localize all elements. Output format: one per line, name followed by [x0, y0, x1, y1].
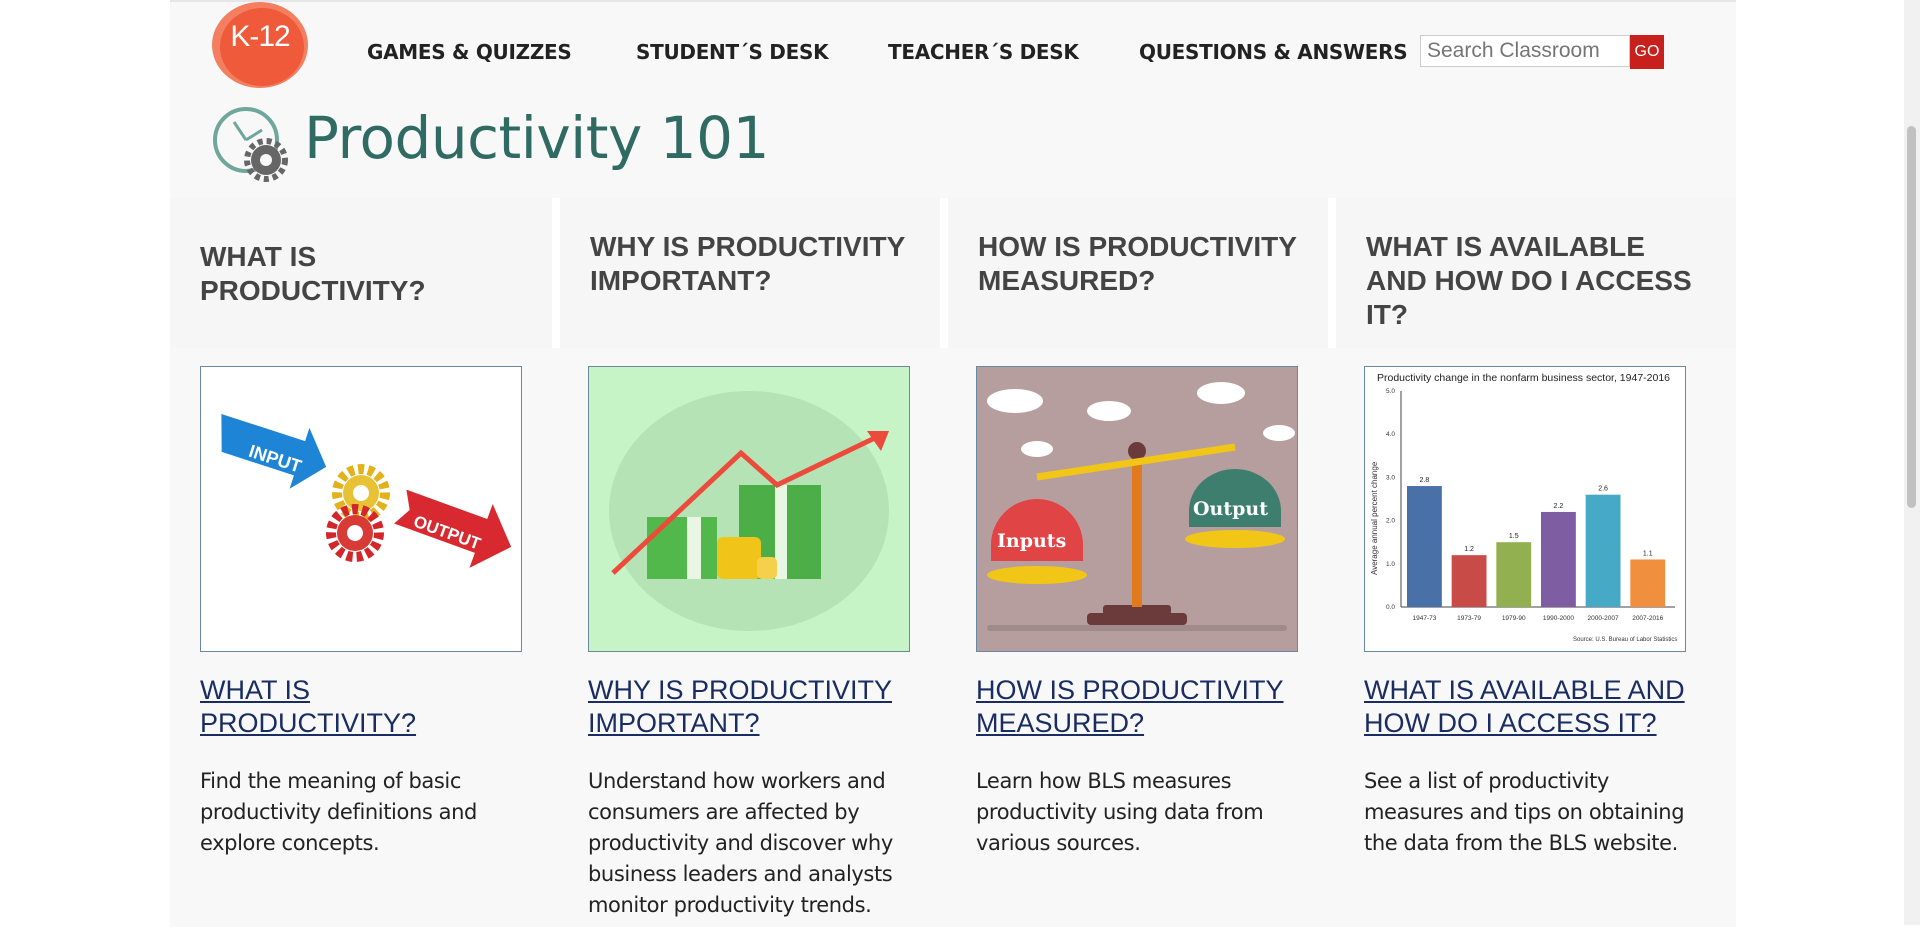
tab-label: HOW IS PRODUCTIVITY MEASURED? [978, 231, 1297, 296]
scale-pillar [1132, 451, 1142, 607]
inputs-weight: Inputs [987, 498, 1087, 584]
card-description: Find the meaning of basic productivity d… [200, 769, 477, 855]
chart-bar [1407, 486, 1442, 607]
chart-x-tick-label: 1973-79 [1457, 615, 1481, 622]
chart-bar [1541, 511, 1576, 607]
productivity-bar-chart: Productivity change in the nonfarm busin… [1370, 372, 1677, 643]
chart-data-label: 1.2 [1464, 546, 1474, 553]
k12-logo[interactable]: K-12 [212, 2, 308, 88]
tab-label: WHAT IS AVAILABLE AND HOW DO I ACCESS IT… [1366, 231, 1692, 330]
productivity-gear-clock-icon [213, 107, 288, 182]
chart-source: Source: U.S. Bureau of Labor Statistics [1573, 637, 1677, 643]
card-link[interactable]: WHY IS PRODUCTIVITY IMPORTANT? [588, 674, 918, 740]
chart-data-label: 1.5 [1509, 533, 1519, 540]
nav-teachers-desk[interactable]: TEACHER´S DESK [888, 40, 1079, 64]
tab-what-is-available[interactable]: WHAT IS AVAILABLE AND HOW DO I ACCESS IT… [1336, 198, 1736, 348]
chart-y-tick-label: 0.0 [1386, 604, 1395, 611]
chart-bar [1585, 494, 1621, 607]
card-why-is-productivity-important: WHY IS PRODUCTIVITY IMPORTANT? Understan… [588, 366, 918, 921]
chart-y-tick-label: 2.0 [1386, 518, 1395, 525]
chart-x-tick-label: 1979-90 [1502, 615, 1526, 622]
card-description: See a list of productivity measures and … [1364, 769, 1685, 855]
input-output-image[interactable]: INPUT OUTPUT [200, 366, 522, 652]
red-gear-icon [326, 504, 384, 562]
nav-games-quizzes[interactable]: GAMES & QUIZZES [367, 40, 572, 64]
inputs-label: Inputs [997, 530, 1066, 552]
chart-y-tick-label: 4.0 [1386, 431, 1395, 438]
tab-what-is-productivity[interactable]: WHAT IS PRODUCTIVITY? [170, 198, 560, 348]
search-input[interactable] [1420, 35, 1630, 67]
chart-data-label: 2.6 [1598, 486, 1608, 493]
search-box: GO [1420, 35, 1664, 69]
chart-y-tick-label: 1.0 [1386, 561, 1395, 568]
money-growth-image[interactable] [588, 366, 910, 652]
page-container: K-12 GAMES & QUIZZES STUDENT´S DESK TEAC… [170, 0, 1736, 927]
card-description: Learn how BLS measures productivity usin… [976, 769, 1264, 855]
tab-label: WHY IS PRODUCTIVITY IMPORTANT? [590, 231, 905, 296]
chart-x-tick-label: 1990-2000 [1543, 615, 1574, 622]
card-link[interactable]: WHAT IS AVAILABLE AND HOW DO I ACCESS IT… [1364, 674, 1694, 740]
card-what-is-available: Productivity change in the nonfarm busin… [1364, 366, 1694, 859]
chart-data-label: 1.1 [1643, 550, 1653, 557]
chart-ylabel: Average annual percent change [1370, 461, 1379, 575]
card-link[interactable]: WHAT IS PRODUCTIVITY? [200, 674, 530, 740]
tab-why-is-productivity-important[interactable]: WHY IS PRODUCTIVITY IMPORTANT? [560, 198, 948, 348]
chart-title: Productivity change in the nonfarm busin… [1377, 372, 1670, 384]
output-weight: Output [1185, 469, 1285, 548]
nav-questions-answers[interactable]: QUESTIONS & ANSWERS [1139, 40, 1408, 64]
chart-bar [1630, 559, 1666, 607]
page-title: Productivity 101 [304, 104, 769, 172]
balance-scale-image[interactable]: Inputs Output [976, 366, 1298, 652]
chart-bar [1451, 555, 1487, 607]
scrollbar-thumb[interactable] [1907, 126, 1916, 508]
chart-y-tick-label: 3.0 [1386, 474, 1395, 481]
vertical-scrollbar[interactable] [1904, 0, 1920, 925]
chart-data-label: 2.2 [1554, 503, 1564, 510]
chart-bar [1496, 542, 1532, 607]
chart-x-tick-label: 2007-2016 [1632, 615, 1663, 622]
output-label: Output [1193, 498, 1268, 520]
card-how-is-productivity-measured: Inputs Output HOW IS PRODUCTIVITY MEASUR… [976, 366, 1306, 859]
productivity-chart-image[interactable]: Productivity change in the nonfarm busin… [1364, 366, 1686, 652]
card-link[interactable]: HOW IS PRODUCTIVITY MEASURED? [976, 674, 1306, 740]
logo-text: K-12 [230, 20, 290, 53]
tab-label: WHAT IS PRODUCTIVITY? [200, 241, 426, 306]
chart-x-tick-label: 1947-73 [1412, 615, 1436, 622]
search-go-button[interactable]: GO [1630, 35, 1664, 69]
chart-x-tick-label: 2000-2007 [1588, 615, 1619, 622]
chart-y-tick-label: 5.0 [1386, 388, 1395, 395]
card-what-is-productivity: INPUT OUTPUT WHAT IS PRODUCTIVITY? Find … [200, 366, 530, 859]
tab-how-is-productivity-measured[interactable]: HOW IS PRODUCTIVITY MEASURED? [948, 198, 1336, 348]
nav-students-desk[interactable]: STUDENT´S DESK [636, 40, 829, 64]
topic-tabs: WHAT IS PRODUCTIVITY? WHY IS PRODUCTIVIT… [170, 198, 1736, 348]
card-description: Understand how workers and consumers are… [588, 769, 893, 917]
chart-data-label: 2.8 [1420, 477, 1430, 484]
